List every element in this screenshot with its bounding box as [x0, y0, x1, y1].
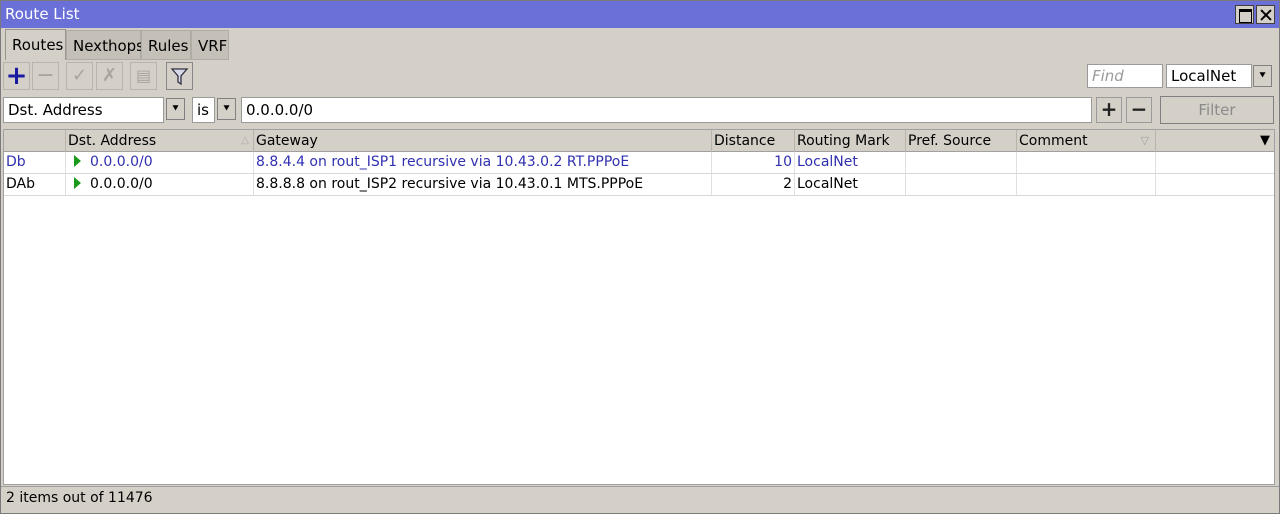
sort-descending-icon: ▽: [1140, 134, 1149, 147]
filter-field-select[interactable]: Dst. Address: [3, 97, 164, 123]
route-gateway: 8.8.4.4 on rout_ISP1 recursive via 10.43…: [254, 152, 712, 173]
maximize-button[interactable]: [1235, 5, 1254, 24]
plus-icon: +: [1100, 97, 1118, 121]
column-header-distance[interactable]: Distance: [712, 130, 795, 152]
filter-value-input[interactable]: 0.0.0.0/0: [241, 97, 1092, 123]
dst-address-text: 0.0.0.0/0: [90, 176, 153, 192]
routing-mark-dropdown-button[interactable]: ⯆: [1253, 65, 1272, 87]
add-button[interactable]: +: [3, 62, 30, 90]
table-header: Dst. Address △ Gateway Distance Routing …: [4, 130, 1274, 152]
column-header-label: Comment: [1019, 133, 1088, 149]
dst-address-text: 0.0.0.0/0: [90, 154, 153, 170]
route-gateway: 8.8.8.8 on rout_ISP2 recursive via 10.43…: [254, 174, 712, 195]
column-header-dst-address[interactable]: Dst. Address △: [66, 130, 254, 152]
filter-operator-dropdown[interactable]: ⯆: [217, 98, 236, 120]
column-header-pref-source[interactable]: Pref. Source: [906, 130, 1017, 152]
table-row[interactable]: DAb 0.0.0.0/0 8.8.8.8 on rout_ISP2 recur…: [4, 174, 1274, 196]
comment-button[interactable]: ▤: [130, 62, 157, 90]
toolbar: + − ✓ ✗ ▤ Find LocalNet ⯆: [1, 61, 1279, 93]
filter-toggle-button[interactable]: [166, 62, 193, 90]
route-routing-mark: LocalNet: [795, 174, 906, 195]
route-list-window: Route List Routes Nexthops Rules VRF + −…: [0, 0, 1280, 514]
chevron-down-icon: ⯆: [222, 102, 231, 115]
tab-vrf[interactable]: VRF: [191, 30, 229, 60]
active-route-arrow-icon: [74, 177, 81, 189]
filter-button[interactable]: Filter: [1160, 96, 1274, 124]
route-pref-source: [906, 174, 1017, 195]
title-bar[interactable]: Route List: [1, 1, 1279, 28]
remove-condition-button[interactable]: −: [1126, 97, 1152, 123]
close-button[interactable]: [1256, 5, 1275, 24]
chevron-down-icon: ▼: [1260, 133, 1270, 148]
sort-ascending-icon: △: [241, 135, 249, 146]
filter-row: Dst. Address ⯆ is ⯆ 0.0.0.0/0 + − Filter: [1, 95, 1279, 125]
enable-button[interactable]: ✓: [66, 62, 93, 90]
column-chooser[interactable]: ▼: [1156, 130, 1274, 152]
route-distance: 10: [712, 152, 795, 173]
add-condition-button[interactable]: +: [1096, 97, 1122, 123]
routes-table: Dst. Address △ Gateway Distance Routing …: [3, 129, 1275, 485]
comment-icon: ▤: [135, 66, 152, 85]
routing-mark-select[interactable]: LocalNet: [1166, 64, 1252, 88]
chevron-down-icon: ⯆: [1258, 69, 1267, 82]
remove-button[interactable]: −: [32, 62, 59, 90]
filter-operator-select[interactable]: is: [192, 97, 215, 123]
cross-icon: ✗: [101, 65, 118, 86]
route-dst-address: 0.0.0.0/0: [66, 174, 254, 195]
plus-icon: +: [5, 61, 28, 91]
column-header-flags[interactable]: [4, 130, 66, 152]
route-flags: Db: [4, 152, 66, 173]
column-header-gateway[interactable]: Gateway: [254, 130, 712, 152]
item-count-status: 2 items out of 11476: [6, 490, 153, 506]
find-input[interactable]: Find: [1087, 64, 1163, 88]
filter-field-dropdown[interactable]: ⯆: [166, 98, 185, 120]
minus-icon: −: [1130, 97, 1148, 121]
disable-button[interactable]: ✗: [96, 62, 123, 90]
chevron-down-icon: ⯆: [171, 102, 180, 115]
route-routing-mark: LocalNet: [795, 152, 906, 173]
route-flags: DAb: [4, 174, 66, 195]
tab-rules[interactable]: Rules: [141, 30, 191, 60]
table-row[interactable]: Db 0.0.0.0/0 8.8.4.4 on rout_ISP1 recurs…: [4, 152, 1274, 174]
route-pref-source: [906, 152, 1017, 173]
column-header-routing-mark[interactable]: Routing Mark: [795, 130, 906, 152]
tab-routes[interactable]: Routes: [5, 29, 66, 60]
route-dst-address: 0.0.0.0/0: [66, 152, 254, 173]
status-bar: 2 items out of 11476: [1, 486, 1279, 512]
tab-nexthops[interactable]: Nexthops: [66, 30, 144, 60]
route-comment: [1017, 152, 1156, 173]
filter-icon: [170, 68, 189, 86]
active-route-arrow-icon: [74, 155, 81, 167]
route-distance: 2: [712, 174, 795, 195]
column-header-label: Dst. Address: [68, 133, 157, 149]
minus-icon: −: [36, 63, 55, 88]
window-title: Route List: [5, 5, 80, 23]
column-header-comment[interactable]: Comment ▽: [1017, 130, 1156, 152]
check-icon: ✓: [71, 65, 88, 86]
route-comment: [1017, 174, 1156, 195]
